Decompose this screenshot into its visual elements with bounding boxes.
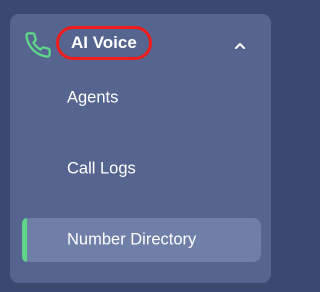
phone-icon: [25, 32, 51, 58]
nav-item-label: Agents: [67, 88, 119, 107]
nav-item-label: Number Directory: [67, 230, 197, 249]
nav-item-call-logs[interactable]: Call Logs: [22, 147, 261, 191]
section-title-label: AI Voice: [71, 33, 137, 52]
section-header-ai-voice[interactable]: AI Voice: [10, 14, 271, 76]
section-title: AI Voice: [56, 26, 152, 60]
nav-item-label: Call Logs: [67, 159, 136, 178]
sidebar-section-panel: AI Voice Agents Call Logs Number Directo…: [10, 14, 271, 283]
chevron-up-icon[interactable]: [232, 38, 248, 54]
nav-item-number-directory[interactable]: Number Directory: [22, 218, 261, 262]
nav-item-agents[interactable]: Agents: [22, 76, 261, 120]
active-indicator: [22, 218, 27, 262]
